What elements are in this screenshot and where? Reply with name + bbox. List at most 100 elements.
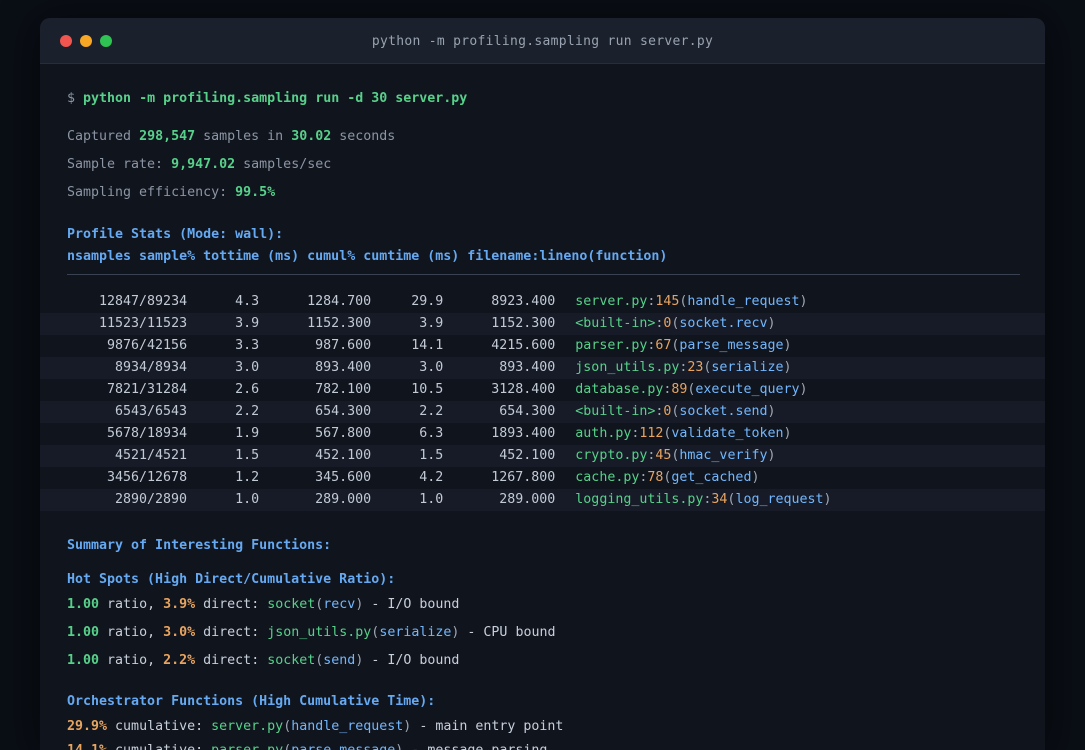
row-lineno: 78 bbox=[647, 470, 664, 485]
orchestrator-pct: 14.1% bbox=[67, 743, 107, 750]
row-filename: json_utils.py bbox=[575, 360, 680, 375]
row-cumtime: 1893.400 bbox=[491, 426, 556, 441]
row-tottime: 289.000 bbox=[315, 492, 372, 507]
hot-spot-ratio: 1.00 bbox=[67, 653, 100, 668]
shell-prompt: $ bbox=[67, 91, 76, 106]
row-tottime: 893.400 bbox=[315, 360, 372, 375]
window-title: python -m profiling.sampling run server.… bbox=[371, 33, 714, 49]
row-funcname: hmac_verify bbox=[679, 448, 768, 463]
hot-spot-pct: 3.0% bbox=[163, 625, 196, 640]
row-nsamples: 5678/18934 bbox=[107, 426, 188, 441]
row-function: auth.py:112(validate_token) bbox=[575, 426, 792, 441]
row-cumul-pct: 3.9 bbox=[419, 316, 444, 331]
hot-spot-target: json_utils.py bbox=[267, 625, 372, 640]
hot-spot-target: socket bbox=[267, 653, 316, 668]
row-nsamples: 8934/8934 bbox=[115, 360, 188, 375]
row-funcname: execute_query bbox=[695, 382, 800, 397]
row-nsamples: 4521/4521 bbox=[115, 448, 188, 463]
profile-table: 12847/89234 4.3 1284.700 29.9 8923.400 server… bbox=[40, 291, 1045, 511]
row-function: database.py:89(execute_query) bbox=[575, 382, 808, 397]
row-function: server.py:145(handle_request) bbox=[575, 294, 808, 309]
table-row: 6543/6543 2.2 654.300 2.2 654.300 <built-in>:… bbox=[40, 401, 1045, 423]
row-sample-pct: 3.0 bbox=[235, 360, 260, 375]
row-cumtime: 654.300 bbox=[499, 404, 556, 419]
orchestrator-title: Orchestrator Functions (High Cumulative … bbox=[67, 694, 436, 709]
hot-spot-pct: 3.9% bbox=[163, 597, 196, 612]
row-cumul-pct: 6.3 bbox=[419, 426, 444, 441]
command-line: $ python -m profiling.sampling run -d 30… bbox=[40, 90, 1045, 108]
hot-spot-target: socket bbox=[267, 597, 316, 612]
orchestrator-note: - message parsing bbox=[411, 743, 547, 750]
row-cumtime: 893.400 bbox=[499, 360, 556, 375]
row-nsamples: 6543/6543 bbox=[115, 404, 188, 419]
table-row: 4521/4521 1.5 452.100 1.5 452.100 crypto.py:4… bbox=[40, 445, 1045, 467]
row-nsamples: 3456/12678 bbox=[107, 470, 188, 485]
orchestrator-target: server.py bbox=[211, 719, 284, 734]
row-filename: cache.py bbox=[575, 470, 640, 485]
orchestrator-note: - main entry point bbox=[419, 719, 564, 734]
row-function: cache.py:78(get_cached) bbox=[575, 470, 760, 485]
row-tottime: 1284.700 bbox=[307, 294, 372, 309]
row-function: json_utils.py:23(serialize) bbox=[575, 360, 792, 375]
hot-spot-line: 1.00 ratio, 2.2% direct: socket(send) - … bbox=[67, 653, 460, 668]
row-cumtime: 452.100 bbox=[499, 448, 556, 463]
row-lineno: 145 bbox=[655, 294, 680, 309]
table-row: 2890/2890 1.0 289.000 1.0 289.000 logging_uti… bbox=[40, 489, 1045, 511]
row-function: parser.py:67(parse_message) bbox=[575, 338, 792, 353]
row-sample-pct: 3.9 bbox=[235, 316, 260, 331]
sample-rate-value: 9,947.02 bbox=[171, 157, 236, 172]
orchestrator-target: parser.py bbox=[211, 743, 283, 750]
row-sample-pct: 2.2 bbox=[235, 404, 260, 419]
row-nsamples: 2890/2890 bbox=[115, 492, 188, 507]
row-funcname: socket.recv bbox=[679, 316, 768, 331]
row-sample-pct: 1.5 bbox=[235, 448, 260, 463]
terminal-window: python -m profiling.sampling run server.… bbox=[40, 18, 1045, 750]
row-filename: <built-in> bbox=[575, 404, 656, 419]
row-tottime: 1152.300 bbox=[307, 316, 372, 331]
row-cumul-pct: 14.1 bbox=[411, 338, 444, 353]
row-cumul-pct: 29.9 bbox=[411, 294, 444, 309]
row-cumul-pct: 1.0 bbox=[419, 492, 444, 507]
hot-spot-ratio: 1.00 bbox=[67, 625, 100, 640]
row-filename: crypto.py bbox=[575, 448, 648, 463]
row-cumtime: 3128.400 bbox=[491, 382, 556, 397]
row-funcname: parse_message bbox=[679, 338, 784, 353]
orchestrator-line: 29.9% cumulative: server.py(handle_reque… bbox=[67, 719, 564, 734]
hot-spots-title: Hot Spots (High Direct/Cumulative Ratio)… bbox=[67, 572, 396, 587]
hot-spot-line: 1.00 ratio, 3.0% direct: json_utils.py(s… bbox=[67, 625, 556, 640]
summary-title: Summary of Interesting Functions: bbox=[67, 538, 332, 553]
orchestrator-list: 29.9% cumulative: server.py(handle_reque… bbox=[40, 718, 1045, 750]
row-function: logging_utils.py:34(log_request) bbox=[575, 492, 832, 507]
row-nsamples: 7821/31284 bbox=[107, 382, 188, 397]
row-cumul-pct: 10.5 bbox=[411, 382, 444, 397]
sample-rate-line: Sample rate: 9,947.02 samples/sec bbox=[67, 157, 332, 172]
row-sample-pct: 4.3 bbox=[235, 294, 260, 309]
row-funcname: handle_request bbox=[687, 294, 800, 309]
row-cumtime: 289.000 bbox=[499, 492, 556, 507]
orchestrator-call: parse_message bbox=[291, 743, 395, 750]
hot-spot-line: 1.00 ratio, 3.9% direct: socket(recv) - … bbox=[67, 597, 460, 612]
row-nsamples: 11523/11523 bbox=[99, 316, 188, 331]
row-filename: parser.py bbox=[575, 338, 648, 353]
row-lineno: 34 bbox=[711, 492, 728, 507]
row-cumul-pct: 2.2 bbox=[419, 404, 444, 419]
row-tottime: 782.100 bbox=[315, 382, 372, 397]
row-function: <built-in>:0(socket.recv) bbox=[575, 316, 776, 331]
efficiency-line: Sampling efficiency: 99.5% bbox=[67, 185, 276, 200]
row-filename: logging_utils.py bbox=[575, 492, 704, 507]
shell-command: python -m profiling.sampling run -d 30 s… bbox=[83, 91, 468, 106]
orchestrator-call: handle_request bbox=[291, 719, 404, 734]
table-divider bbox=[67, 274, 1020, 275]
row-filename: database.py bbox=[575, 382, 664, 397]
table-row: 8934/8934 3.0 893.400 3.0 893.400 json_utils.… bbox=[40, 357, 1045, 379]
row-funcname: validate_token bbox=[671, 426, 784, 441]
table-row: 5678/18934 1.9 567.800 6.3 1893.400 auth.py:1… bbox=[40, 423, 1045, 445]
row-sample-pct: 1.0 bbox=[235, 492, 260, 507]
row-lineno: 45 bbox=[655, 448, 672, 463]
row-tottime: 345.600 bbox=[315, 470, 372, 485]
row-filename: <built-in> bbox=[575, 316, 656, 331]
hot-spot-call: recv bbox=[323, 597, 356, 612]
row-filename: server.py bbox=[575, 294, 648, 309]
hot-spot-call: send bbox=[323, 653, 356, 668]
terminal-content: $ python -m profiling.sampling run -d 30… bbox=[40, 90, 1045, 750]
